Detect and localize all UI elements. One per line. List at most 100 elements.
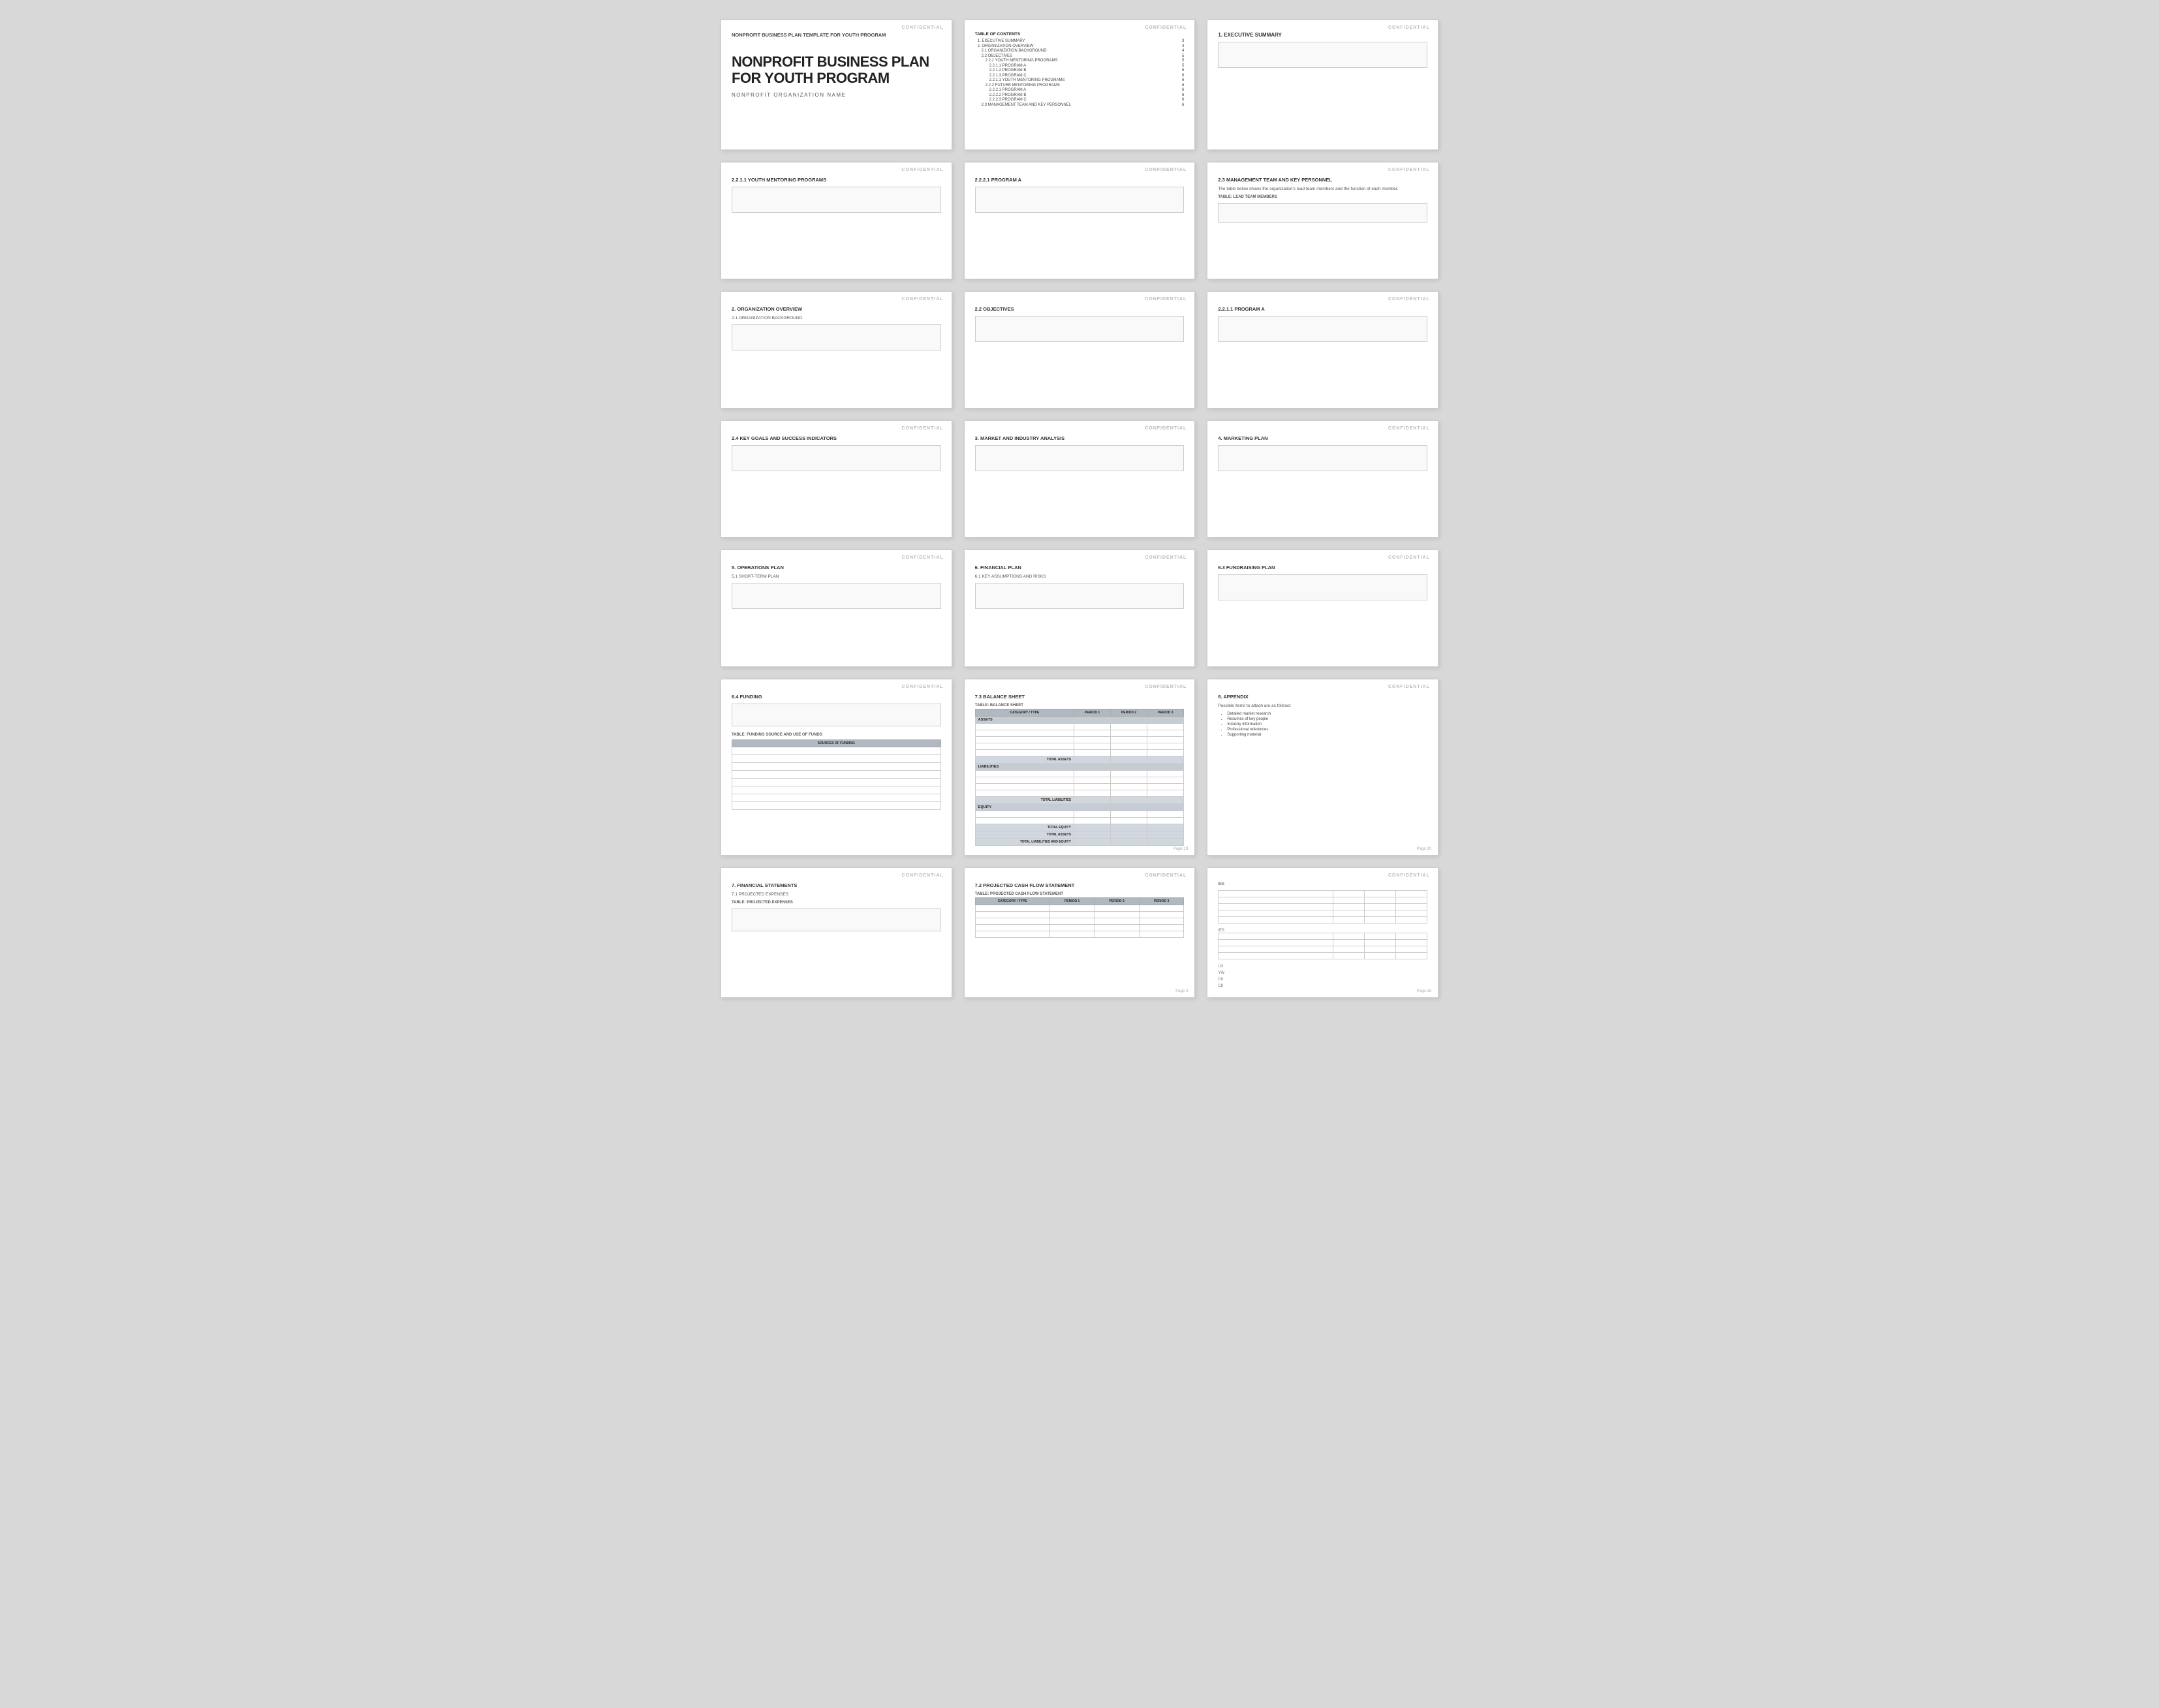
cfr2-row-4	[1219, 953, 1427, 959]
section-7-card: CONFIDENTIAL 7. FINANCIAL STATEMENTS 7.1…	[721, 867, 952, 998]
section-22-card: CONFIDENTIAL 2.2 OBJECTIVES	[964, 291, 1196, 409]
right-c8: C8	[1218, 978, 1427, 982]
section-72-table-label: TABLE: PROJECTED CASH FLOW STATEMENT	[975, 892, 1185, 896]
cashflow-right-table-2	[1218, 933, 1427, 959]
funding-row-7	[732, 794, 941, 802]
exec-summary-content	[1218, 42, 1427, 68]
bs-assets-row-2	[975, 730, 1184, 737]
cf-col-2: PERIOD 2	[1095, 898, 1139, 905]
section-64-card: CONFIDENTIAL 6.4 FUNDING TABLE: FUNDING …	[721, 679, 952, 856]
section-63-heading: 6.3 FUNDRAISING PLAN	[1218, 565, 1427, 570]
section-2211b-heading: 2.2.1.1 PROGRAM A	[1218, 306, 1427, 312]
appendix-item-2: Resumes of key people	[1227, 717, 1427, 721]
funding-row-4	[732, 771, 941, 779]
bs-total-equity: TOTAL EQUITY	[975, 824, 1184, 831]
confidential-label-s15: CONFIDENTIAL	[1388, 555, 1430, 560]
cover-card: CONFIDENTIAL NONPROFIT BUSINESS PLAN TEM…	[721, 20, 952, 150]
appendix-list: Detailed market research Resumes of key …	[1218, 712, 1427, 737]
section-8-heading: 8. APPENDIX	[1218, 694, 1427, 700]
confidential-label-s7: CONFIDENTIAL	[902, 297, 944, 302]
confidential-label-s4: CONFIDENTIAL	[902, 168, 944, 172]
section-2221-content	[975, 187, 1185, 213]
section-73-card: CONFIDENTIAL 7.3 BALANCE SHEET TABLE: BA…	[964, 679, 1196, 856]
toc-heading: TABLE OF CONTENTS	[975, 32, 1185, 37]
bs-equity-row-2	[975, 818, 1184, 824]
section-2211-heading: 2.2.1.1 YOUTH MENTORING PROGRAMS	[732, 177, 941, 183]
confidential-label: CONFIDENTIAL	[902, 25, 944, 30]
bs-equity-row-1	[975, 811, 1184, 818]
page-number-72: Page 4	[1175, 989, 1188, 993]
section-72-right-card: CONFIDENTIAL IES IES U3 YW C8 C8 Page 18	[1207, 867, 1438, 998]
cfr-row-3	[1219, 904, 1427, 910]
section-5-heading: 5. OPERATIONS PLAN	[732, 565, 941, 570]
cf-row-5	[975, 931, 1184, 938]
section-2211b-content	[1218, 316, 1427, 342]
bs-total-assets: TOTAL ASSETS	[975, 756, 1184, 764]
cover-subtitle: NONPROFIT BUSINESS PLAN TEMPLATE FOR YOU…	[732, 32, 941, 38]
funding-row-8	[732, 802, 941, 810]
bs-col-0: CATEGORY / TYPE	[975, 709, 1074, 717]
exec-summary-heading: 1. EXECUTIVE SUMMARY	[1218, 32, 1427, 38]
section-23-content	[1218, 203, 1427, 223]
confidential-label-s17: CONFIDENTIAL	[1145, 685, 1187, 689]
confidential-label-s9: CONFIDENTIAL	[1388, 297, 1430, 302]
section-2221-card: CONFIDENTIAL 2.2.2.1 PROGRAM A	[964, 162, 1196, 279]
toc-item-2-2-1-y: 2.2.1.1 YOUTH MENTORING PROGRAMS6	[975, 78, 1185, 82]
toc-item-2-2-2-1: 2.2.2.1 PROGRAM A6	[975, 88, 1185, 92]
confidential-label-72r: CONFIDENTIAL	[1388, 873, 1430, 878]
toc-item-2-2-1: 2.2.1 YOUTH MENTORING PROGRAMS5	[975, 59, 1185, 63]
confidential-label-exec: CONFIDENTIAL	[1388, 25, 1430, 30]
funding-row-1	[732, 747, 941, 755]
toc-item-2-2-1-3: 2.2.1.3 PROGRAM C6	[975, 74, 1185, 78]
section-6-heading: 6. FINANCIAL PLAN	[975, 565, 1185, 570]
toc-card: CONFIDENTIAL TABLE OF CONTENTS 1. EXECUT…	[964, 20, 1196, 150]
confidential-label-s72: CONFIDENTIAL	[1145, 873, 1187, 878]
confidential-label-s8: CONFIDENTIAL	[1145, 297, 1187, 302]
right-yw: YW	[1218, 971, 1427, 975]
cfr-row-4	[1219, 910, 1427, 917]
section-22-heading: 2.2 OBJECTIVES	[975, 306, 1185, 312]
section-72-right-heading: IES	[1218, 882, 1427, 886]
section-3-card: CONFIDENTIAL 3. MARKET AND INDUSTRY ANAL…	[964, 420, 1196, 538]
confidential-label-s18: CONFIDENTIAL	[1388, 685, 1430, 689]
cfr-row-2	[1219, 897, 1427, 904]
confidential-label-s12: CONFIDENTIAL	[1388, 426, 1430, 431]
bs-liab-row-2	[975, 777, 1184, 784]
right-c8b: C8	[1218, 984, 1427, 988]
cashflow-right-table	[1218, 890, 1427, 924]
appendix-item-3: Industry information	[1227, 722, 1427, 726]
section-63-card: CONFIDENTIAL 6.3 FUNDRAISING PLAN	[1207, 550, 1438, 667]
bs-total-assets-2: TOTAL ASSETS	[975, 831, 1184, 839]
confidential-label-s10: CONFIDENTIAL	[902, 426, 944, 431]
cf-row-2	[975, 912, 1184, 918]
bs-col-2: PERIOD 2	[1111, 709, 1147, 717]
confidential-label-s6: CONFIDENTIAL	[1388, 168, 1430, 172]
right-us: U3	[1218, 965, 1427, 969]
cf-col-0: CATEGORY / TYPE	[975, 898, 1049, 905]
cfr2-row-1	[1219, 933, 1427, 940]
confidential-label-s11: CONFIDENTIAL	[1145, 426, 1187, 431]
section-4-heading: 4. MARKETING PLAN	[1218, 435, 1427, 441]
page-number-8: Page 20	[1417, 847, 1431, 851]
section-7-heading: 7. FINANCIAL STATEMENTS	[732, 882, 941, 888]
page-number-73: Page 19	[1173, 847, 1188, 851]
section-23-desc: The table below shows the organization's…	[1218, 187, 1427, 191]
toc-item-2: 2. ORGANIZATION OVERVIEW4	[975, 44, 1185, 48]
cashflow-table: CATEGORY / TYPE PERIOD 1 PERIOD 2 PERIOD…	[975, 897, 1185, 938]
confidential-label-s16: CONFIDENTIAL	[902, 685, 944, 689]
section-73-heading: 7.3 BALANCE SHEET	[975, 694, 1185, 700]
funding-row-5	[732, 779, 941, 786]
bs-liab-row-1	[975, 771, 1184, 777]
section-6-content	[975, 583, 1185, 609]
section-23-heading: 2.3 MANAGEMENT TEAM AND KEY PERSONNEL	[1218, 177, 1427, 183]
section-6-card: CONFIDENTIAL 6. FINANCIAL PLAN 6.1 KEY A…	[964, 550, 1196, 667]
section-73-table-label: TABLE: BALANCE SHEET	[975, 704, 1185, 707]
bs-total-liab: TOTAL LIABILITIES	[975, 797, 1184, 804]
section-8-desc: Possible items to attach are as follows:	[1218, 704, 1427, 708]
section-72-card: CONFIDENTIAL 7.2 PROJECTED CASH FLOW STA…	[964, 867, 1196, 998]
funding-table-label: TABLE: FUNDING SOURCE AND USE OF FUNDS	[732, 733, 941, 737]
section-72-heading: 7.2 PROJECTED CASH FLOW STATEMENT	[975, 882, 1185, 888]
section-4-card: CONFIDENTIAL 4. MARKETING PLAN	[1207, 420, 1438, 538]
section-7-table-label: TABLE: PROJECTED EXPENSES	[732, 901, 941, 905]
confidential-label-s7a: CONFIDENTIAL	[902, 873, 944, 878]
